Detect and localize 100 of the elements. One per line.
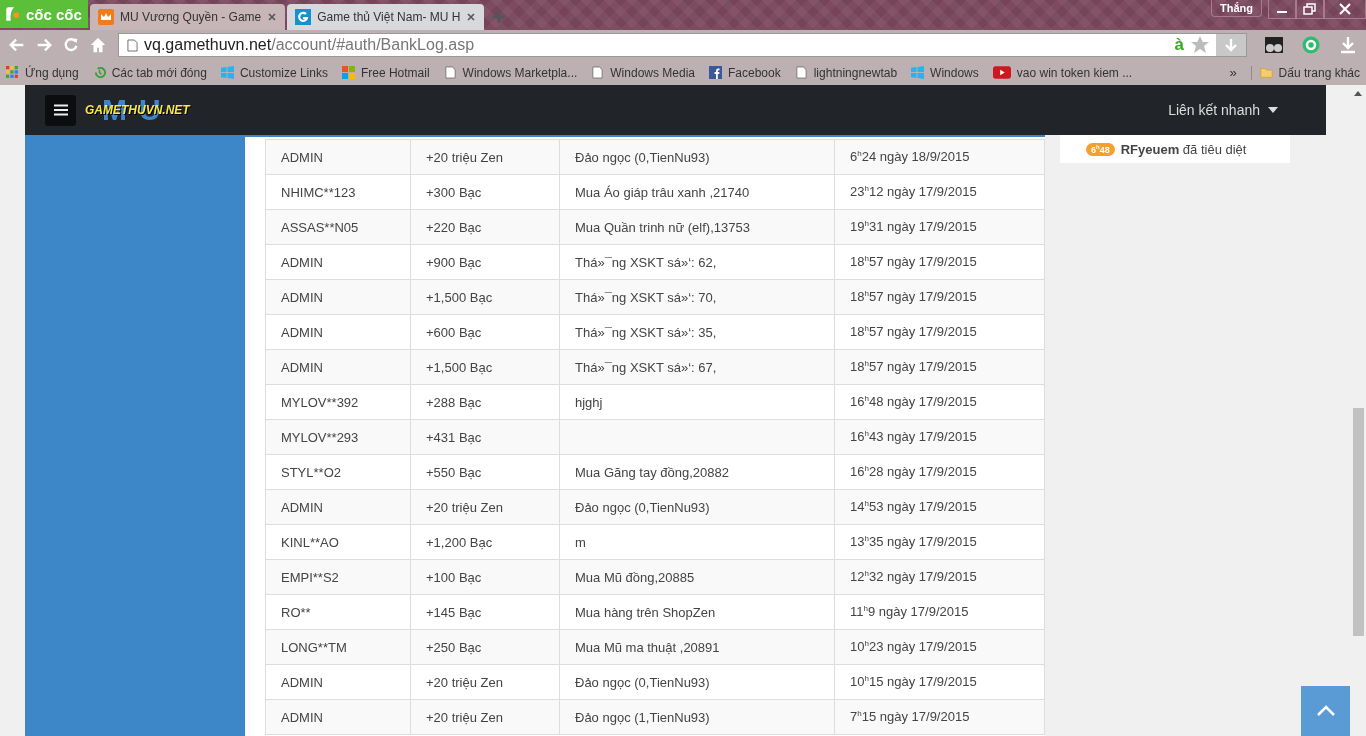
up-arrow-icon[interactable] <box>1354 91 1362 96</box>
star-icon[interactable] <box>1190 35 1210 55</box>
bookmark-item[interactable]: Windows Marketpla... <box>443 65 578 80</box>
table-cell: +20 triệu Zen <box>410 699 560 735</box>
table-cell: 16$^{h}$28 ngày 17/9/2015 <box>834 454 1045 490</box>
table-cell: Đảo ngọc (0,TienNu93) <box>559 489 835 525</box>
table-cell: Mua Mũ ma thuật ,20891 <box>559 629 835 665</box>
table-cell: Mua Áo giáp trâu xanh ,21740 <box>559 174 835 210</box>
browser-tab[interactable]: MU Vương Quyền - Game <box>90 4 286 30</box>
four-squares-icon <box>341 66 355 79</box>
table-cell: 14$^{h}$53 ngày 17/9/2015 <box>834 489 1045 525</box>
table-cell: Thá»¯ng XSKT sá»‘: 35, <box>559 314 835 350</box>
table-cell: Thá»¯ng XSKT sá»‘: 70, <box>559 279 835 315</box>
table-cell: ADMIN <box>265 699 411 735</box>
table-cell: 12$^{h}$32 ngày 17/9/2015 <box>834 559 1045 595</box>
caret-icon <box>1268 107 1278 113</box>
table-cell: +900 Bạc <box>410 244 560 280</box>
table-cell: 18$^{h}$57 ngày 17/9/2015 <box>834 244 1045 280</box>
home-icon[interactable] <box>89 36 107 54</box>
bookmark-folder[interactable]: Dấu trang khác <box>1250 65 1360 80</box>
minimize-icon[interactable] <box>1268 0 1296 19</box>
letter-g-icon <box>295 9 312 25</box>
page-icon <box>591 66 605 79</box>
bookmark-item[interactable]: Windows Media <box>591 65 695 80</box>
crown-icon <box>98 9 114 25</box>
tab-title: Game thủ Việt Nam- MU H <box>317 10 461 24</box>
reload-icon[interactable] <box>62 36 80 54</box>
table-cell: Đảo ngọc (1,TienNu93) <box>559 699 835 735</box>
url-text: vq.gamethuvn.net/account/#auth/BankLog.asp <box>144 36 475 54</box>
table-cell: 7$^{h}$15 ngày 17/9/2015 <box>834 699 1045 735</box>
table-cell: ADMIN <box>265 139 411 175</box>
back-icon[interactable] <box>8 36 26 54</box>
table-cell: Mua Quần trinh nữ (elf),13753 <box>559 209 835 245</box>
table-cell: +1,500 Bạc <box>410 279 560 315</box>
bookmark-item[interactable]: Các tab mới đóng <box>92 65 207 80</box>
table-cell: Mua Mũ đồng,20885 <box>559 559 835 595</box>
table-cell: m <box>559 524 835 560</box>
bookmark-item[interactable]: Ứng dụng <box>6 65 79 80</box>
plus-icon[interactable] <box>492 10 507 24</box>
grid-icon <box>6 66 19 79</box>
chevron-up-icon <box>1315 705 1336 717</box>
down-arrow-icon <box>1224 38 1238 52</box>
close-icon[interactable] <box>1324 0 1366 19</box>
table-cell: +1,500 Bạc <box>410 349 560 385</box>
table-cell: MYLOV**392 <box>265 384 411 420</box>
profile-button[interactable]: Thắng <box>1211 0 1262 17</box>
download-icon[interactable] <box>1338 35 1358 55</box>
table-cell: +300 Bạc <box>410 174 560 210</box>
scroll-thumb[interactable] <box>1352 408 1364 636</box>
table-cell: ADMIN <box>265 244 411 280</box>
table-cell: ASSAS**N05 <box>265 209 411 245</box>
bookmark-item[interactable]: Free Hotmail <box>341 65 430 80</box>
table-cell: +220 Bạc <box>410 209 560 245</box>
menu-button[interactable] <box>45 94 76 126</box>
bookmark-item[interactable]: Windows <box>911 65 979 80</box>
extension-icon[interactable] <box>1264 35 1284 55</box>
table-cell: 16$^{h}$48 ngày 17/9/2015 <box>834 384 1045 420</box>
close-icon[interactable] <box>267 12 278 22</box>
table-cell: Đảo ngọc (0,TienNu93) <box>559 139 835 175</box>
table-cell: +431 Bạc <box>410 419 560 455</box>
facebook-icon <box>709 66 722 79</box>
table-cell: LONG**TM <box>265 629 411 665</box>
folder-icon <box>1259 66 1273 79</box>
table-cell: Thá»¯ng XSKT sá»‘: 62, <box>559 244 835 280</box>
table-cell: 18$^{h}$57 ngày 17/9/2015 <box>834 279 1045 315</box>
table-cell: ADMIN <box>265 489 411 525</box>
table-cell: ADMIN <box>265 314 411 350</box>
bookmark-item[interactable]: lightningnewtab <box>794 65 898 80</box>
table-cell: 11$^{h}$9 ngày 17/9/2015 <box>834 594 1045 630</box>
forward-icon[interactable] <box>35 36 53 54</box>
back-to-top-button[interactable] <box>1301 686 1350 736</box>
table-cell: Thá»¯ng XSKT sá»‘: 67, <box>559 349 835 385</box>
table-cell: MYLOV**293 <box>265 419 411 455</box>
table-cell: 16$^{h}$43 ngày 17/9/2015 <box>834 419 1045 455</box>
more-bookmarks-button[interactable]: » <box>1229 65 1237 80</box>
table-cell: KINL**AO <box>265 524 411 560</box>
table-cell: hjghj <box>559 384 835 420</box>
page-icon <box>127 38 138 52</box>
quick-links-dropdown[interactable]: Liên kết nhanh <box>1162 101 1284 119</box>
table-cell: +20 triệu Zen <box>410 489 560 525</box>
table-cell: +288 Bạc <box>410 384 560 420</box>
bookmark-item[interactable]: Customize Links <box>220 65 328 80</box>
bookmark-item[interactable]: Facebook <box>709 65 781 80</box>
table-cell: +100 Bạc <box>410 559 560 595</box>
page-icon <box>794 66 808 79</box>
table-cell: 18$^{h}$57 ngày 17/9/2015 <box>834 349 1045 385</box>
table-cell: 10$^{h}$23 ngày 17/9/2015 <box>834 629 1045 665</box>
table-cell: 10$^{h}$15 ngày 17/9/2015 <box>834 664 1045 700</box>
table-cell: +250 Bạc <box>410 629 560 665</box>
restore-icon[interactable] <box>1296 0 1324 19</box>
browser-tab[interactable]: Game thủ Việt Nam- MU H <box>287 4 485 30</box>
address-bar[interactable]: vq.gamethuvn.net/account/#auth/BankLog.asp à <box>118 33 1247 57</box>
table-cell: ADMIN <box>265 279 411 315</box>
close-icon[interactable] <box>466 12 477 22</box>
table-cell: +550 Bạc <box>410 454 560 490</box>
download-button[interactable] <box>1216 34 1246 56</box>
bookmark-item[interactable]: vao win token kiem ... <box>992 65 1133 80</box>
windows-logo-icon <box>911 66 925 79</box>
history-icon <box>92 66 106 79</box>
page-icon <box>443 66 457 79</box>
